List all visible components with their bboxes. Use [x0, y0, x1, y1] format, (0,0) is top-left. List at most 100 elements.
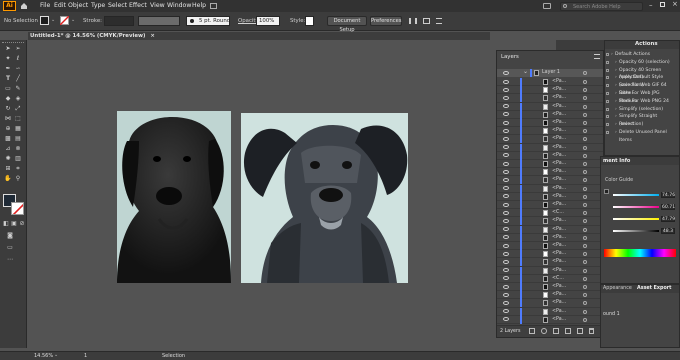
shaper-tool-icon[interactable]: ◆: [4, 95, 12, 102]
blend-tool-icon[interactable]: ⊗: [14, 145, 22, 152]
layer-item-row[interactable]: <Pa...: [497, 250, 603, 259]
cyan-value[interactable]: 74.76: [661, 192, 675, 198]
action-checkbox[interactable]: [606, 92, 609, 95]
item-name[interactable]: <Pa...: [552, 169, 566, 174]
color-mode-icon[interactable]: ◧: [2, 220, 10, 227]
action-item[interactable]: › Revert: [605, 121, 679, 129]
item-name[interactable]: <Pa...: [552, 136, 566, 141]
scale-tool-icon[interactable]: ⤢: [14, 105, 22, 112]
target-icon[interactable]: [583, 301, 587, 306]
visibility-eye-icon[interactable]: [503, 292, 509, 297]
action-checkbox[interactable]: [606, 76, 609, 80]
visibility-eye-icon[interactable]: [503, 145, 509, 150]
action-checkbox[interactable]: [606, 99, 609, 103]
target-icon[interactable]: [583, 227, 587, 232]
action-checkbox[interactable]: [606, 84, 609, 88]
document-tab[interactable]: Untitled-1* @ 14.56% (CMYK/Preview) ×: [30, 32, 155, 40]
panel-menu-icon[interactable]: [594, 54, 600, 59]
align-icon[interactable]: [409, 18, 417, 24]
draw-mode-icon[interactable]: ◙: [6, 232, 14, 239]
action-checkbox[interactable]: [606, 123, 609, 127]
visibility-eye-icon[interactable]: [503, 177, 509, 182]
paintbrush-tool-icon[interactable]: ✎: [14, 85, 22, 92]
item-name[interactable]: <Pa...: [552, 268, 566, 273]
target-icon[interactable]: [583, 276, 587, 281]
layer-item-row[interactable]: <Pa...: [497, 102, 603, 111]
visibility-eye-icon[interactable]: [503, 153, 509, 158]
cyan-slider[interactable]: [613, 194, 659, 196]
target-icon[interactable]: [583, 219, 587, 224]
action-checkbox[interactable]: [606, 68, 609, 72]
item-name[interactable]: <Pa...: [552, 186, 566, 191]
dog-photo-artwork[interactable]: [117, 111, 231, 283]
action-item[interactable]: › Default Actions: [605, 51, 679, 59]
layer-item-row[interactable]: <Pa...: [497, 233, 603, 242]
target-icon[interactable]: [583, 71, 587, 75]
target-icon[interactable]: [583, 260, 587, 265]
item-name[interactable]: <Pa...: [552, 309, 566, 314]
visibility-eye-icon[interactable]: [503, 104, 509, 109]
item-name[interactable]: <Pa...: [552, 259, 566, 264]
action-checkbox[interactable]: [606, 60, 609, 64]
visibility-eye-icon[interactable]: [503, 251, 509, 256]
artboard-tool-icon[interactable]: ⊞: [4, 165, 12, 172]
action-item[interactable]: › Simplify Straight (selection): [605, 113, 679, 127]
eraser-tool-icon[interactable]: ◈: [14, 95, 22, 102]
layer-row-layer-1[interactable]: ⌄ Layer 1: [497, 68, 603, 77]
target-icon[interactable]: [583, 235, 587, 240]
layer-item-row[interactable]: <C...: [497, 274, 603, 283]
menu-file[interactable]: File: [40, 0, 50, 12]
arrange-icon[interactable]: [210, 3, 217, 9]
minimize-icon[interactable]: –: [649, 1, 653, 9]
layer-item-row[interactable]: <Pa...: [497, 184, 603, 193]
chevron-right-icon[interactable]: ›: [615, 90, 617, 98]
document-setup-button[interactable]: Document Setup: [327, 16, 367, 33]
target-icon[interactable]: [583, 194, 587, 199]
none-mode-icon[interactable]: ⊘: [18, 220, 26, 227]
dog-vector-artwork[interactable]: [241, 113, 408, 283]
fill-swatch[interactable]: [40, 16, 49, 25]
target-icon[interactable]: [583, 186, 587, 191]
lasso-tool-icon[interactable]: ℓ: [14, 55, 22, 62]
share-icon[interactable]: [543, 3, 551, 9]
item-name[interactable]: <Pa...: [552, 243, 566, 248]
item-name[interactable]: <Pa...: [552, 177, 566, 182]
layer-item-row[interactable]: <Pa...: [497, 143, 603, 152]
item-name[interactable]: <Pa...: [552, 284, 566, 289]
free-transform-tool-icon[interactable]: ⬚: [14, 115, 22, 122]
maximize-icon[interactable]: [660, 2, 665, 7]
target-icon[interactable]: [583, 293, 587, 298]
action-item[interactable]: › Save For Web JPG Medium: [605, 90, 679, 104]
chevron-right-icon[interactable]: ›: [615, 106, 617, 114]
item-name[interactable]: <Pa...: [552, 194, 566, 199]
variable-width-field[interactable]: [138, 16, 180, 26]
black-slider[interactable]: [613, 230, 659, 232]
chevron-right-icon[interactable]: ›: [615, 82, 617, 90]
target-icon[interactable]: [583, 170, 587, 175]
layer-item-row[interactable]: <C...: [497, 209, 603, 218]
screen-mode-icon[interactable]: ▭: [6, 244, 14, 251]
perspective-tool-icon[interactable]: ▦: [14, 125, 22, 132]
layer-item-row[interactable]: <Pa...: [497, 217, 603, 226]
target-icon[interactable]: [583, 145, 587, 150]
action-item[interactable]: › Opacity 60 (selection): [605, 59, 679, 67]
visibility-eye-icon[interactable]: [503, 235, 509, 240]
action-checkbox[interactable]: [606, 53, 609, 56]
visibility-eye-icon[interactable]: [503, 284, 509, 289]
direct-selection-tool-icon[interactable]: ➢: [14, 45, 22, 52]
target-icon[interactable]: [583, 112, 587, 117]
stroke-color-swatch[interactable]: [11, 202, 24, 215]
document-info-tab[interactable]: ment Info: [603, 158, 630, 164]
clipping-mask-icon[interactable]: [553, 328, 559, 334]
action-item[interactable]: › Delete Unused Panel Items: [605, 129, 679, 143]
layer-item-row[interactable]: <Pa...: [497, 201, 603, 210]
zoom-tool-icon[interactable]: ⚲: [14, 175, 22, 182]
new-layer-icon[interactable]: [577, 328, 583, 334]
target-icon[interactable]: [583, 129, 587, 134]
chevron-right-icon[interactable]: ›: [615, 113, 617, 121]
visibility-eye-icon[interactable]: [503, 112, 509, 117]
layer-item-row[interactable]: <Pa...: [497, 266, 603, 275]
rectangle-tool-icon[interactable]: ▭: [4, 85, 12, 92]
layer-item-row[interactable]: <Pa...: [497, 127, 603, 136]
chevron-right-icon[interactable]: ›: [615, 121, 617, 129]
